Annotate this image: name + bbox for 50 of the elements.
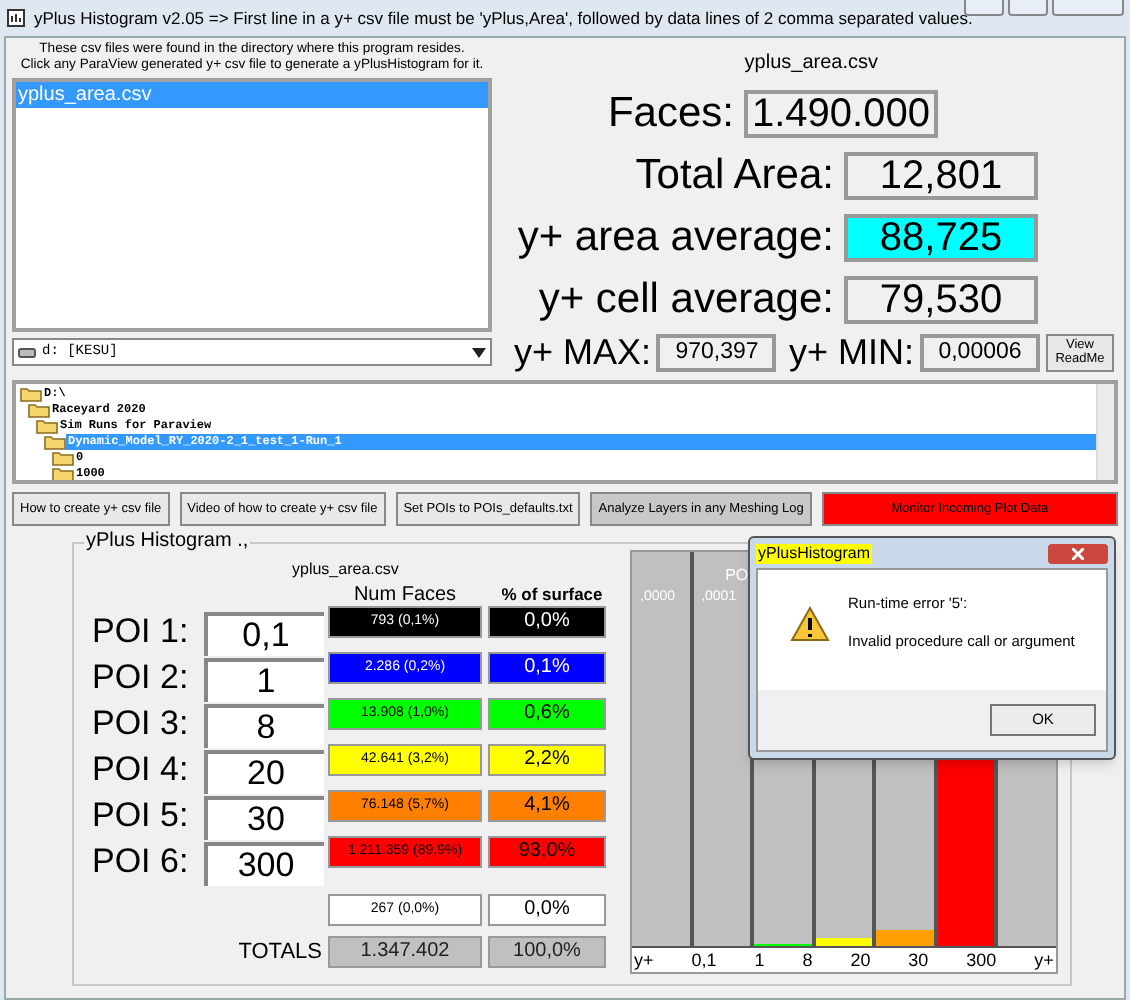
surface-percent: 0,6% [488, 698, 606, 730]
totals-label: TOTALS [236, 938, 324, 968]
file-name: yplus_area.csv [744, 50, 878, 78]
poi-label: POI 1: [92, 609, 191, 653]
column-header: Num Faces [351, 584, 459, 606]
stat-value: 12,801 [844, 152, 1038, 200]
stat-label: Faces: [607, 90, 734, 138]
poi-input[interactable]: 20 [204, 750, 324, 794]
stat-label: Total Area: [635, 152, 834, 200]
column-header: % of surface [499, 584, 605, 606]
extreme-value: 0,00006 [920, 333, 1040, 371]
stat-label: y+ cell average: [538, 276, 834, 324]
surface-percent: 0,0% [488, 894, 606, 926]
total-percent: 100,0% [488, 936, 606, 969]
column-label: PO [725, 564, 749, 588]
poi-label: POI 6: [92, 839, 191, 883]
axis-label: 8 [802, 948, 813, 972]
file-name: yplus_area.csv [292, 560, 401, 580]
surface-percent: 4,1% [488, 790, 606, 822]
stat-label: y+ area average: [517, 214, 834, 262]
extreme-label: y+ MIN: [788, 330, 914, 374]
extreme-label: y+ MAX: [513, 330, 651, 374]
poi-input[interactable]: 1 [204, 658, 324, 702]
axis-label: 30 [908, 948, 929, 972]
poi-label: POI 5: [92, 793, 191, 837]
surface-percent: 93,0% [488, 836, 606, 868]
window-title: yPlus Histogram v2.05 => First line in a y+ csv file must be 'yPlus,Area', followed by data lines of 2 comma separated values. [34, 5, 973, 31]
surface-percent: 0,0% [488, 606, 606, 638]
stat-value: 1.490.000 [744, 90, 938, 138]
poi-input[interactable]: 8 [204, 704, 324, 748]
poi-label: POI 4: [92, 747, 191, 791]
axis-label: 0,1 [691, 948, 717, 972]
poi-label: POI 3: [92, 701, 191, 745]
poi-input[interactable]: 0,1 [204, 612, 324, 656]
stat-value: 88,725 [844, 214, 1038, 262]
axis-label: y+ [1034, 948, 1054, 972]
dialog-title: yPlusHistogram [756, 543, 873, 563]
stat-value: 79,530 [844, 276, 1038, 324]
poi-input[interactable]: 300 [204, 842, 324, 886]
group-title: yPlus Histogram ., [84, 530, 251, 554]
total-count: 1.347.402 [328, 936, 482, 969]
surface-percent: 2,2% [488, 744, 606, 776]
axis-label: 20 [850, 948, 871, 972]
poi-input[interactable]: 30 [204, 796, 324, 840]
axis-label: y+ [634, 948, 654, 972]
extreme-value: 970,397 [656, 333, 777, 371]
axis-label: 1 [754, 948, 765, 972]
surface-percent: 0,1% [488, 652, 606, 684]
axis-label: 300 [966, 948, 997, 972]
poi-label: POI 2: [92, 655, 191, 699]
